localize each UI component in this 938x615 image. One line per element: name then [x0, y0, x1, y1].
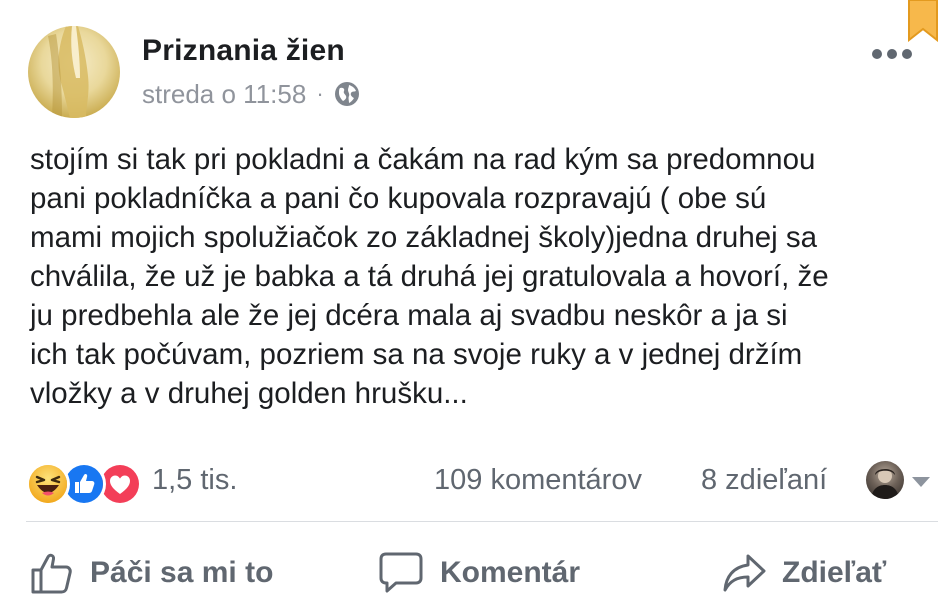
share-arrow-icon	[723, 554, 766, 592]
bookmark-icon[interactable]	[908, 0, 938, 42]
reaction-count[interactable]: 1,5 tis.	[152, 464, 237, 497]
shares-count[interactable]: 8 zdieľaní	[701, 464, 827, 497]
comment-button-label: Komentár	[440, 556, 581, 589]
comment-bubble-icon	[379, 552, 423, 593]
comment-button[interactable]: Komentár	[378, 545, 580, 601]
reaction-selector-caret-icon[interactable]	[912, 477, 930, 487]
like-button-label: Páči sa mi to	[90, 556, 274, 589]
haha-reaction-icon[interactable]	[26, 462, 70, 506]
page-avatar[interactable]	[28, 26, 120, 118]
like-button[interactable]: Páči sa mi to	[30, 545, 273, 601]
meta-separator: ·	[316, 81, 324, 106]
post-meta: streda o 11:58 ·	[142, 78, 360, 110]
thumbs-up-icon	[31, 553, 72, 594]
viewer-avatar[interactable]	[866, 461, 904, 499]
comments-count[interactable]: 109 komentárov	[434, 464, 642, 497]
divider	[26, 521, 938, 522]
more-options-icon[interactable]	[872, 46, 912, 62]
share-button[interactable]: Zdieľať	[722, 545, 886, 601]
facebook-post: Priznania žien streda o 11:58 · stojím s…	[0, 0, 938, 615]
post-timestamp[interactable]: streda o 11:58	[142, 79, 306, 110]
share-button-label: Zdieľať	[782, 556, 887, 589]
globe-icon[interactable]	[334, 81, 360, 107]
page-name[interactable]: Priznania žien	[142, 34, 345, 68]
post-stats: 1,5 tis. 109 komentárov 8 zdieľaní	[0, 456, 938, 508]
post-text: stojím si tak pri pokladni a čakám na ra…	[30, 143, 829, 410]
